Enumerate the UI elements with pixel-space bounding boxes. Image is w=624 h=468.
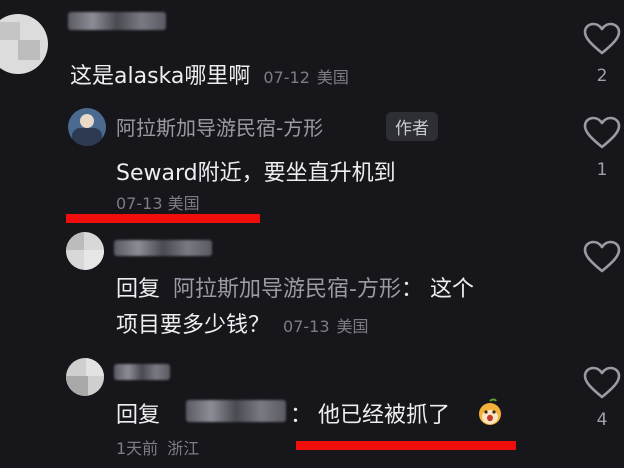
like-heart-icon[interactable]	[583, 366, 621, 400]
like-count: 4	[596, 410, 608, 430]
reply-text: 回复 阿拉斯加导游民宿-方形： 这个 项目要多少钱？ 07-13 美国	[116, 277, 474, 338]
author-reply-meta: 07-13 美国	[116, 194, 200, 213]
highlight-bar	[296, 441, 516, 450]
username-blurred[interactable]	[114, 364, 170, 380]
reply-location: 美国	[336, 317, 369, 336]
like-heart-icon[interactable]	[583, 240, 621, 274]
reply-to-user[interactable]: 阿拉斯加导游民宿-方形	[173, 277, 401, 302]
reply-date: 07-13	[283, 317, 330, 336]
like-count: 1	[596, 160, 608, 180]
author-reply-text: Seward附近，要坐直升机到	[116, 161, 396, 186]
avatar[interactable]	[66, 232, 104, 270]
avatar[interactable]	[66, 358, 104, 396]
emoji-icon	[476, 398, 504, 426]
username-blurred[interactable]	[68, 12, 166, 30]
reply-to-user-blurred[interactable]	[186, 400, 286, 422]
comment-date: 07-12	[263, 68, 310, 87]
highlight-bar	[66, 214, 260, 223]
like-count: 2	[596, 66, 608, 86]
author-username[interactable]: 阿拉斯加导游民宿-方形	[116, 112, 323, 141]
comment-location: 美国	[316, 68, 349, 87]
like-heart-icon[interactable]	[583, 116, 621, 150]
reply-text-content: ：他已经被抓了	[290, 403, 451, 428]
comment-text: 这是alaska哪里啊 07-12 美国	[70, 64, 349, 89]
author-avatar[interactable]	[68, 108, 106, 146]
author-badge: 作者	[386, 112, 438, 141]
like-heart-icon[interactable]	[583, 22, 621, 56]
avatar[interactable]	[0, 14, 48, 74]
reply-meta: 1天前 浙江	[116, 439, 200, 458]
reply-text: 回复	[116, 403, 161, 428]
username-blurred[interactable]	[114, 240, 212, 256]
